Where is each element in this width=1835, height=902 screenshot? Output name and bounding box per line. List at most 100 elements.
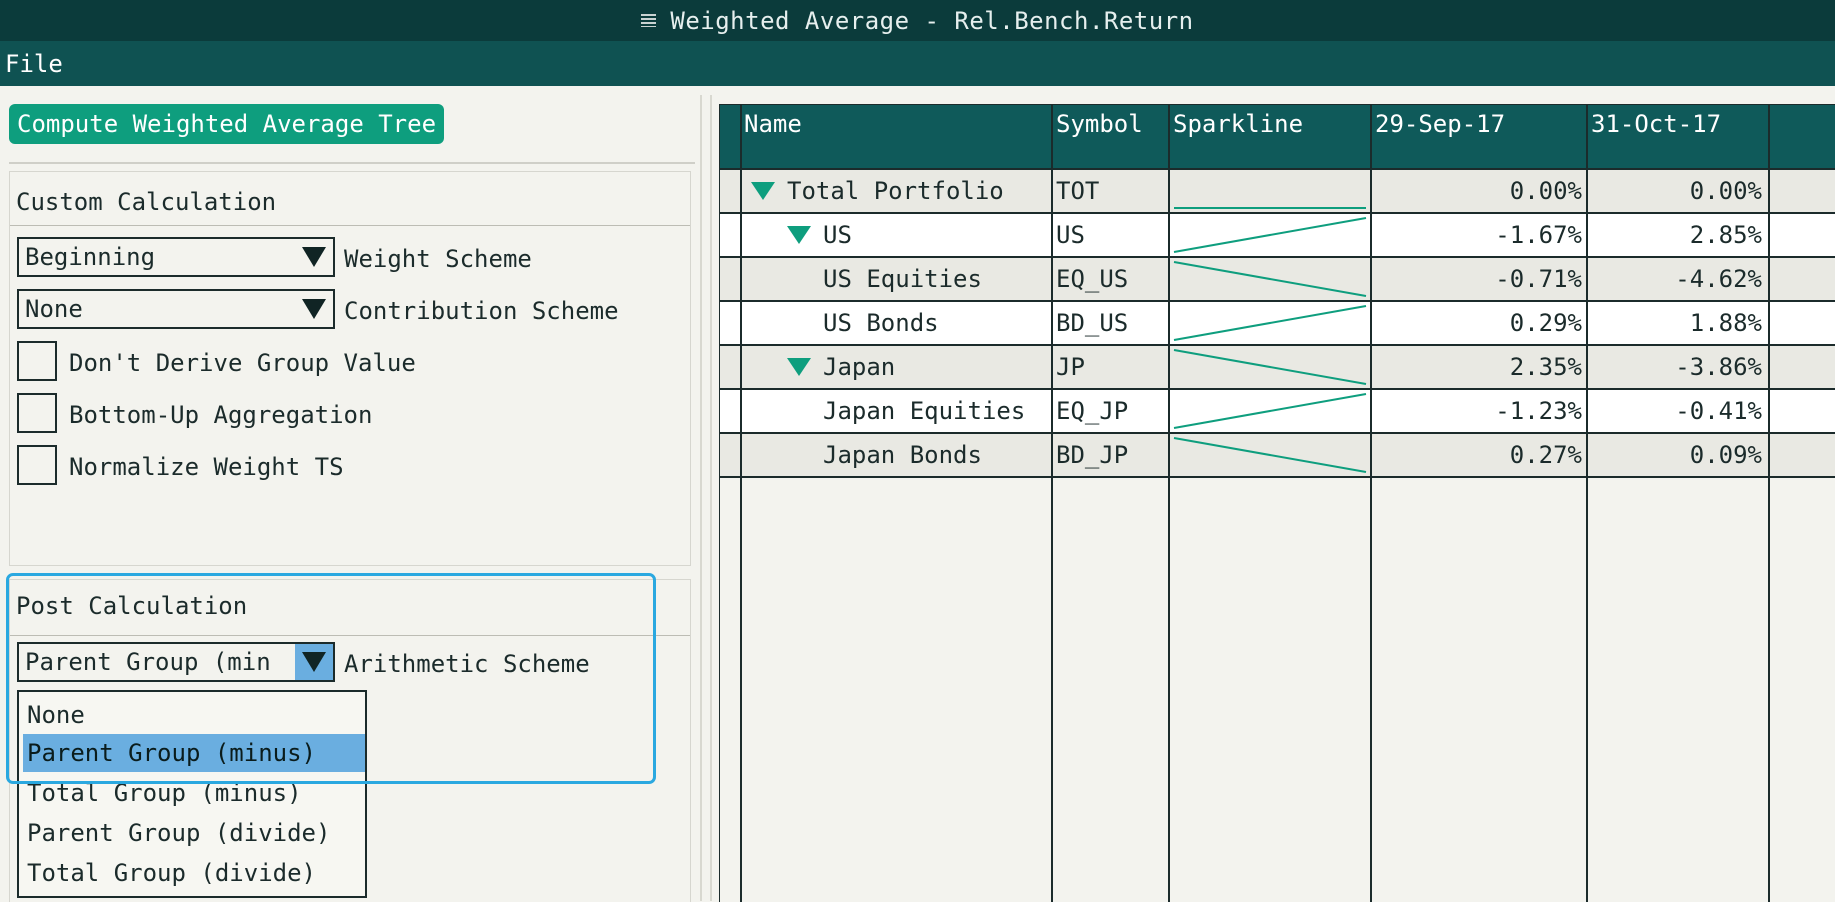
dropdown-option-parent-group-divide[interactable]: Parent Group (divide) xyxy=(23,814,365,852)
sparkline xyxy=(1174,207,1366,209)
grid-column-line xyxy=(740,105,742,902)
grid-column-line xyxy=(1586,105,1588,902)
cell-29-sep-17: 0.29% xyxy=(1509,309,1582,337)
arithmetic-scheme-value: Parent Group (min xyxy=(25,648,271,676)
cell-name: US Bonds xyxy=(741,301,1053,345)
dont-derive-group-value-label: Don't Derive Group Value xyxy=(69,349,416,377)
cell-31-oct-17: -4.62% xyxy=(1675,265,1762,293)
column-header-29-sep-17[interactable]: 29-Sep-17 xyxy=(1372,105,1586,169)
dropdown-option-parent-group-minus[interactable]: Parent Group (minus) xyxy=(23,734,365,772)
grid-row-line xyxy=(720,256,1835,258)
cell-29-sep-17: 2.35% xyxy=(1509,353,1582,381)
contribution-scheme-label: Contribution Scheme xyxy=(344,297,619,325)
cell-symbol: US xyxy=(1056,221,1085,249)
compute-weighted-average-tree-button[interactable]: Compute Weighted Average Tree xyxy=(9,104,445,144)
table-row[interactable]: Japan JP 2.35% -3.86% xyxy=(720,345,1835,389)
weight-scheme-label: Weight Scheme xyxy=(344,245,532,273)
cell-31-oct-17: -0.41% xyxy=(1675,397,1762,425)
table-row[interactable]: US US -1.67% 2.85% xyxy=(720,213,1835,257)
sparkline xyxy=(1173,437,1367,473)
grid-row-line xyxy=(720,344,1835,346)
cell-name: US Equities xyxy=(741,257,1053,301)
row-name-label: Japan Equities xyxy=(823,397,1026,425)
separator xyxy=(9,162,695,164)
cell-29-sep-17: -0.71% xyxy=(1495,265,1582,293)
column-header-31-oct-17[interactable]: 31-Oct-17 xyxy=(1588,105,1768,169)
cell-symbol: BD_JP xyxy=(1056,441,1129,469)
normalize-weight-ts-label: Normalize Weight TS xyxy=(69,453,344,481)
bottom-up-aggregation-checkbox[interactable] xyxy=(17,393,57,433)
sparkline-series xyxy=(1173,305,1367,341)
grid-column-line xyxy=(1168,105,1170,902)
sparkline xyxy=(1173,349,1367,385)
chevron-down-icon[interactable] xyxy=(295,291,333,327)
grid-row-line xyxy=(720,388,1835,390)
row-name-label: Japan xyxy=(823,353,896,381)
sparkline-series xyxy=(1173,261,1367,297)
cell-29-sep-17: -1.67% xyxy=(1495,221,1582,249)
right-panel: Name Symbol Sparkline 29-Sep-17 31-Oct-1… xyxy=(710,95,1835,902)
grid-row-line xyxy=(720,432,1835,434)
column-header-name[interactable]: Name xyxy=(741,105,1051,169)
weight-scheme-select[interactable]: Beginning xyxy=(17,237,335,277)
expand-triangle-icon[interactable] xyxy=(787,226,811,244)
table-row[interactable]: Total Portfolio TOT 0.00% 0.00% xyxy=(720,169,1835,213)
section-rule xyxy=(10,635,690,636)
grid-column-line xyxy=(1370,105,1372,902)
sparkline xyxy=(1173,305,1367,341)
data-grid[interactable]: Name Symbol Sparkline 29-Sep-17 31-Oct-1… xyxy=(719,104,1835,902)
cell-name: Japan Bonds xyxy=(741,433,1053,477)
sparkline xyxy=(1173,393,1367,429)
column-header-symbol[interactable]: Symbol xyxy=(1053,105,1169,169)
cell-symbol: EQ_US xyxy=(1056,265,1129,293)
sparkline-series xyxy=(1173,217,1367,253)
contribution-scheme-value: None xyxy=(25,295,83,323)
row-name-label: US Equities xyxy=(823,265,982,293)
sparkline-series xyxy=(1173,393,1367,429)
expand-triangle-icon[interactable] xyxy=(751,182,775,200)
cell-name: US xyxy=(741,213,1053,257)
grid-column-line xyxy=(1768,105,1770,902)
expand-triangle-icon[interactable] xyxy=(787,358,811,376)
grid-row-line xyxy=(720,300,1835,302)
window-title: Weighted Average - Rel.Bench.Return xyxy=(670,6,1194,35)
arithmetic-scheme-dropdown: None Parent Group (minus) Total Group (m… xyxy=(17,690,367,898)
cell-symbol: EQ_JP xyxy=(1056,397,1129,425)
grid-header: Name Symbol Sparkline 29-Sep-17 31-Oct-1… xyxy=(720,105,1835,169)
column-header-sparkline[interactable]: Sparkline xyxy=(1170,105,1370,169)
sparkline xyxy=(1173,217,1367,253)
dropdown-option-none[interactable]: None xyxy=(23,696,365,734)
table-row[interactable]: Japan Bonds BD_JP 0.27% 0.09% xyxy=(720,433,1835,477)
row-name-label: Total Portfolio xyxy=(787,177,1004,205)
grid-row-line xyxy=(720,476,1835,478)
cell-29-sep-17: -1.23% xyxy=(1495,397,1582,425)
grid-row-line xyxy=(720,168,1835,170)
chevron-down-icon[interactable] xyxy=(295,239,333,275)
grid-row-line xyxy=(720,212,1835,214)
cell-name: Total Portfolio xyxy=(741,169,1053,213)
window-menu-icon[interactable] xyxy=(641,14,657,27)
dont-derive-group-value-checkbox[interactable] xyxy=(17,341,57,381)
contribution-scheme-select[interactable]: None xyxy=(17,289,335,329)
cell-symbol: BD_US xyxy=(1056,309,1129,337)
dropdown-option-total-group-divide[interactable]: Total Group (divide) xyxy=(23,854,365,892)
row-name-label: Japan Bonds xyxy=(823,441,982,469)
arithmetic-scheme-select[interactable]: Parent Group (min xyxy=(17,642,335,682)
menu-file[interactable]: File xyxy=(0,50,63,78)
table-row[interactable]: US Bonds BD_US 0.29% 1.88% xyxy=(720,301,1835,345)
row-name-label: US Bonds xyxy=(823,309,939,337)
sparkline-series xyxy=(1173,437,1367,473)
row-name-label: US xyxy=(823,221,852,249)
arithmetic-scheme-label: Arithmetic Scheme xyxy=(344,650,590,678)
sparkline xyxy=(1173,261,1367,297)
table-row[interactable]: US Equities EQ_US -0.71% -4.62% xyxy=(720,257,1835,301)
chevron-down-icon[interactable] xyxy=(295,644,333,680)
cell-31-oct-17: 2.85% xyxy=(1689,221,1762,249)
table-row[interactable]: Japan Equities EQ_JP -1.23% -0.41% xyxy=(720,389,1835,433)
weight-scheme-value: Beginning xyxy=(25,243,156,271)
normalize-weight-ts-checkbox[interactable] xyxy=(17,445,57,485)
custom-calculation-section: Custom Calculation Beginning Weight Sche… xyxy=(9,171,691,566)
post-calculation-title: Post Calculation xyxy=(16,592,248,620)
custom-calculation-title: Custom Calculation xyxy=(16,188,277,216)
dropdown-option-total-group-minus[interactable]: Total Group (minus) xyxy=(23,774,365,812)
